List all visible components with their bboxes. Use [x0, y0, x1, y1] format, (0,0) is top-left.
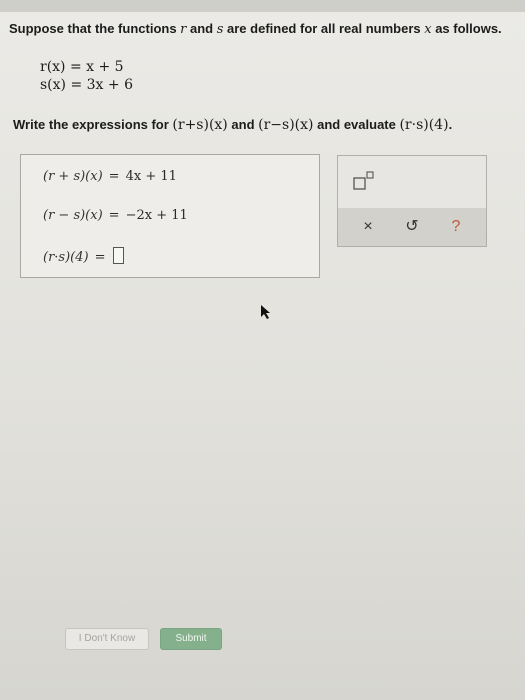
- difference-expression: (r − s)(x): [43, 208, 103, 223]
- difference-answer-input[interactable]: −2x + 11: [126, 208, 188, 223]
- problem-prompt: Suppose that the functions r and s are d…: [9, 21, 502, 37]
- sum-answer-input[interactable]: 4x + 11: [126, 169, 177, 184]
- function-definitions: r(x) = x + 5 s(x) = 3x + 6: [40, 58, 133, 94]
- difference-answer-row: (r − s)(x) = −2x + 11: [43, 208, 188, 223]
- help-icon[interactable]: ?: [444, 215, 468, 239]
- product-answer-input[interactable]: [113, 247, 125, 264]
- definition-r: r(x) = x + 5: [40, 59, 124, 75]
- submit-button[interactable]: Submit: [160, 628, 222, 650]
- answer-box: (r + s)(x) = 4x + 11 (r − s)(x) = −2x + 11 (…: [20, 154, 320, 278]
- math-tools-panel: × ↺ ?: [337, 155, 487, 247]
- sum-answer-row: (r + s)(x) = 4x + 11: [43, 169, 177, 184]
- product-answer-row: (r·s)(4) =: [43, 247, 125, 265]
- dont-know-button[interactable]: I Don't Know: [65, 628, 149, 650]
- sum-expression: (r + s)(x): [43, 169, 103, 184]
- undo-icon[interactable]: ↺: [400, 215, 424, 239]
- superscript-box-icon[interactable]: [352, 170, 376, 192]
- clear-icon[interactable]: ×: [356, 215, 380, 239]
- definition-s: s(x) = 3x + 6: [40, 77, 133, 93]
- assignment-page: [0, 12, 525, 700]
- instruction-text: Write the expressions for (r+s)(x) and (…: [13, 117, 453, 133]
- mouse-pointer-icon: [260, 304, 274, 325]
- tools-action-bar: × ↺ ?: [338, 208, 486, 246]
- product-expression: (r·s)(4): [43, 250, 89, 265]
